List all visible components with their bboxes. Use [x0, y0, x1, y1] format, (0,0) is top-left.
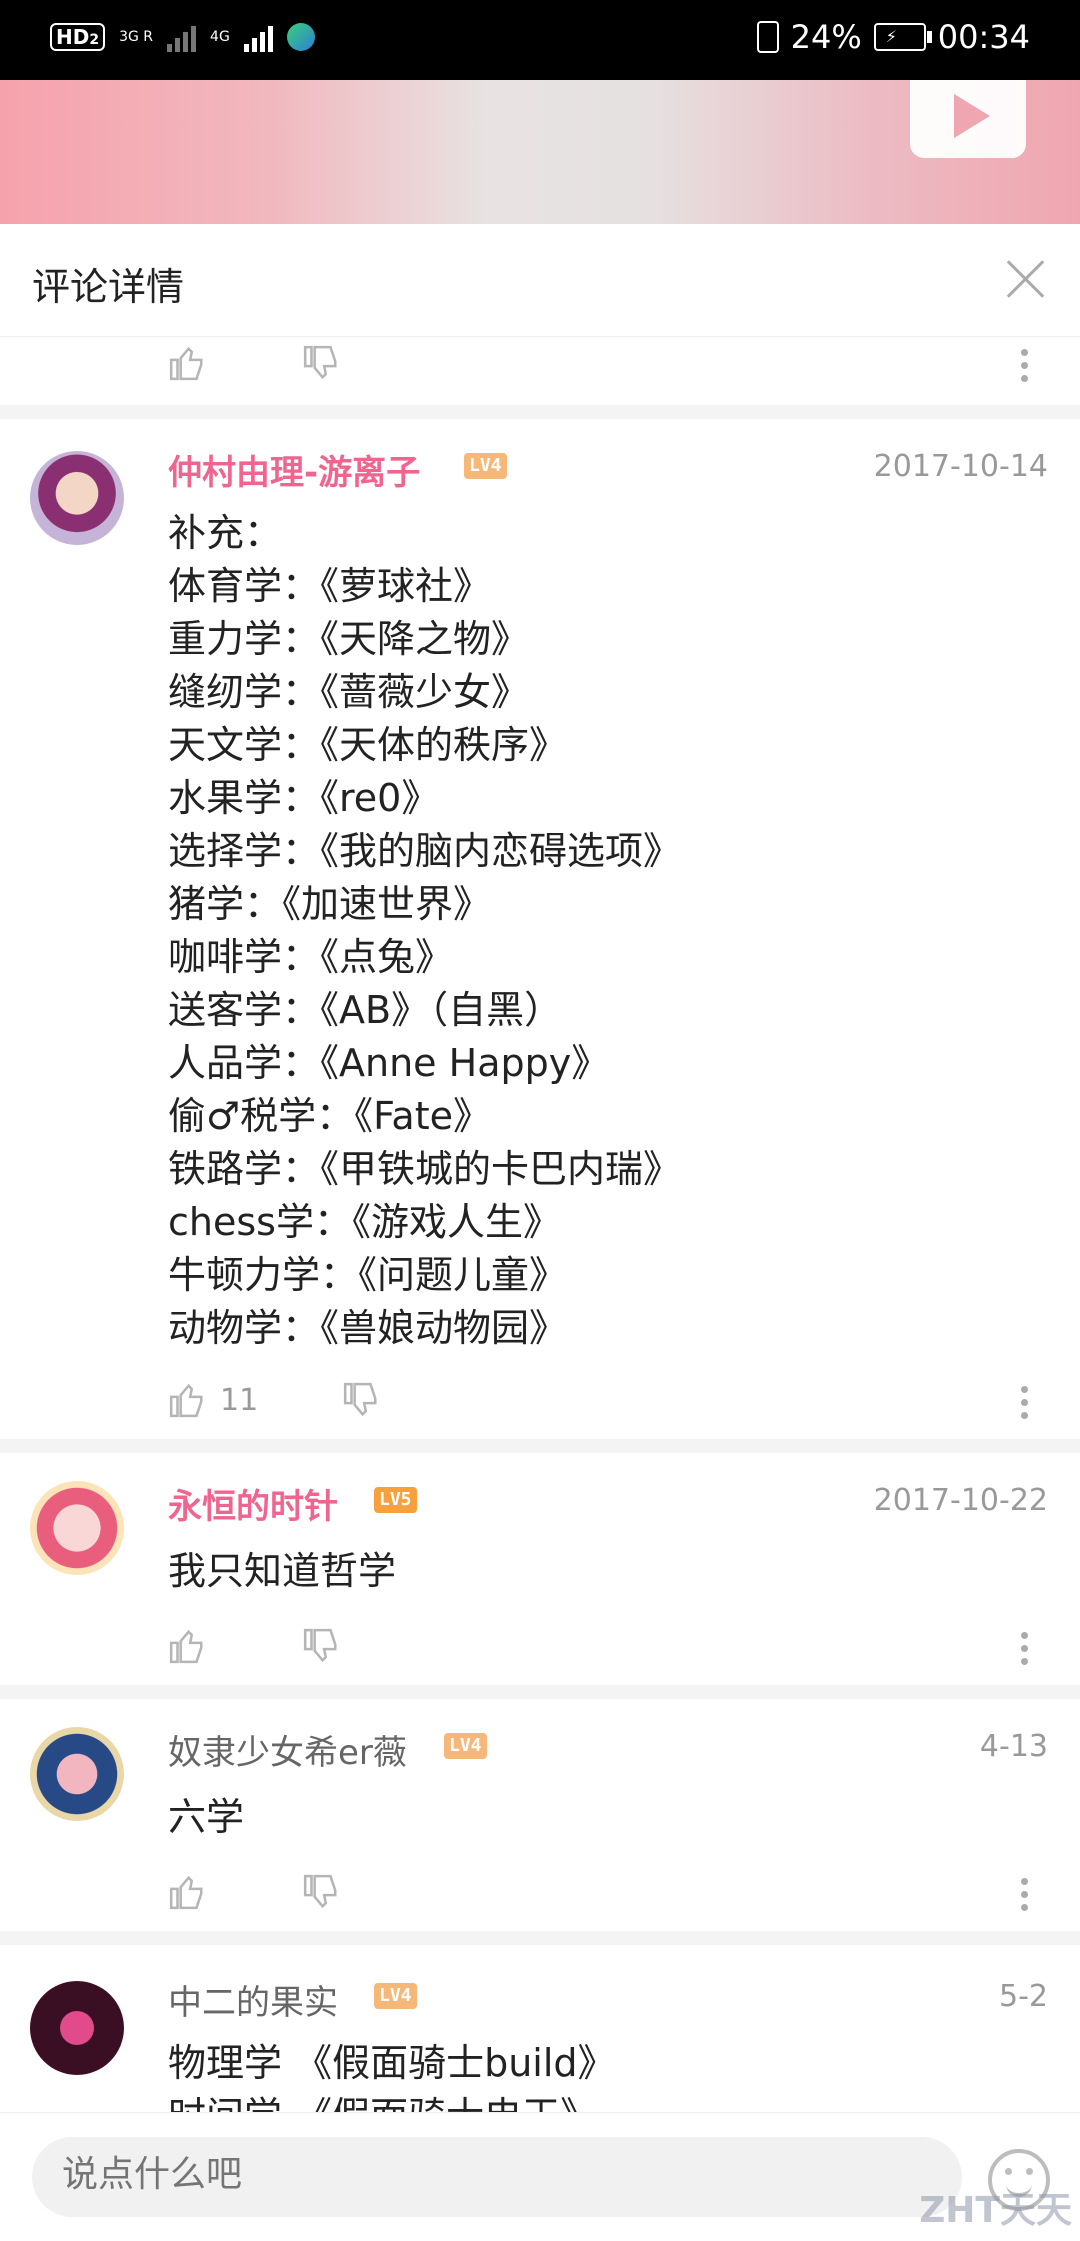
- comment-item: 仲村由理-游离子 LV4 2017-10-14 补充： 体育学：《萝球社》 重力…: [0, 419, 1080, 1439]
- dislike-icon[interactable]: [302, 344, 340, 382]
- battery-percent: 24%: [790, 18, 862, 56]
- like-icon[interactable]: [168, 1873, 206, 1911]
- comment-line: 补充：: [168, 511, 283, 555]
- comment-input-box[interactable]: [32, 2137, 962, 2217]
- comment-line: 缝纫学：《蔷薇少女》: [168, 670, 530, 714]
- comment-line: 我只知道哲学: [168, 1549, 397, 1593]
- comment-line: 咖啡学：《点兔》: [168, 935, 454, 979]
- avatar[interactable]: [30, 451, 124, 545]
- comment-line: chess学：《游戏人生》: [168, 1200, 561, 1244]
- level-badge: LV4: [464, 453, 507, 479]
- dislike-icon[interactable]: [302, 1873, 340, 1911]
- comment-line: 猪学：《加速世界》: [168, 882, 492, 926]
- comment-item: 永恒的时针 LV5 2017-10-22 我只知道哲学: [0, 1453, 1080, 1678]
- comment-item: 中二的果实 LV4 5-2 物理学 《假面骑士build》 时间学 《假面骑士电…: [0, 1945, 1080, 2112]
- comment-line: 体育学：《萝球社》: [168, 564, 492, 608]
- comment-line: 重力学：《天降之物》: [168, 617, 530, 661]
- username[interactable]: 奴隶少女希er薇: [168, 1725, 407, 1774]
- comment-text: 六学: [168, 1791, 244, 1844]
- avatar[interactable]: [30, 1481, 124, 1575]
- close-icon[interactable]: [1000, 254, 1050, 304]
- signal-icon-2: [243, 22, 273, 52]
- divider: [0, 1931, 1080, 1945]
- comment-text: 我只知道哲学: [168, 1545, 396, 1598]
- network-type-2: 4G: [210, 29, 230, 45]
- comment-date: 2017-10-22: [873, 1483, 1048, 1518]
- watermark: ZHT天天: [919, 2190, 1072, 2231]
- more-icon[interactable]: [1014, 1629, 1034, 1669]
- comment-date: 2017-10-14: [873, 449, 1048, 484]
- comment-line: 偷♂税学：《Fate》: [168, 1094, 492, 1138]
- dislike-icon[interactable]: [302, 1627, 340, 1665]
- avatar[interactable]: [30, 1981, 124, 2075]
- comment-line: 牛顿力学：《问题儿童》: [168, 1253, 568, 1297]
- comment-input-bar: ZHT天天: [0, 2112, 1080, 2241]
- like-count: 11: [220, 1383, 259, 1418]
- comment-line: 送客学：《AB》（自黑）: [168, 988, 563, 1032]
- avatar[interactable]: [30, 1727, 124, 1821]
- comment-line: 人品学：《Anne Happy》: [168, 1041, 610, 1085]
- more-icon[interactable]: [1014, 1875, 1034, 1915]
- comment-line: 时间学 《假面骑士电王》: [168, 2090, 616, 2112]
- divider: [0, 405, 1080, 419]
- divider: [0, 1439, 1080, 1453]
- like-icon[interactable]: [168, 1627, 206, 1665]
- comment-line: 选择学：《我的脑内恋碍选项》: [168, 829, 682, 873]
- comment-text: 物理学 《假面骑士build》 时间学 《假面骑士电王》: [168, 2037, 616, 2112]
- comment-line: 物理学 《假面骑士build》: [168, 2041, 616, 2085]
- play-icon[interactable]: [910, 80, 1026, 158]
- comment-date: 5-2: [999, 1979, 1048, 2014]
- comment-line: 铁路学：《甲铁城的卡巴内瑞》: [168, 1147, 682, 1191]
- browser-notification-icon: [286, 23, 315, 51]
- comment-input[interactable]: [60, 2153, 924, 2196]
- more-icon[interactable]: [1014, 346, 1034, 386]
- more-icon[interactable]: [1014, 1383, 1034, 1423]
- dislike-icon[interactable]: [342, 1381, 380, 1419]
- page-title: 评论详情: [32, 265, 185, 309]
- level-badge: LV4: [444, 1733, 487, 1759]
- comment-line: 水果学：《re0》: [168, 776, 440, 820]
- comment-line: 动物学：《兽娘动物园》: [168, 1306, 568, 1350]
- like-icon[interactable]: [168, 1381, 206, 1419]
- username[interactable]: 中二的果实: [168, 1975, 338, 2024]
- network-type-1: 3G R: [119, 29, 154, 45]
- comment-text: 补充： 体育学：《萝球社》 重力学：《天降之物》 缝纫学：《蔷薇少女》 天文学：…: [168, 507, 681, 1355]
- status-bar: HD2 3G R 4G 24% ⚡ 00:34: [0, 0, 1080, 80]
- sim-index: 2: [89, 32, 100, 48]
- signal-icon-1: [167, 22, 197, 52]
- battery-icon: ⚡: [873, 23, 932, 51]
- comment-line: 天文学：《天体的秩序》: [168, 723, 568, 767]
- clock: 00:34: [937, 18, 1030, 56]
- divider: [0, 1685, 1080, 1699]
- username[interactable]: 永恒的时针: [168, 1479, 338, 1528]
- comment-item: 奴隶少女希er薇 LV4 4-13 六学: [0, 1699, 1080, 1924]
- like-icon[interactable]: [168, 344, 206, 382]
- username[interactable]: 仲村由理-游离子: [168, 445, 420, 494]
- hd-voice-icon: HD2: [50, 23, 106, 51]
- video-player-preview[interactable]: [0, 80, 1080, 224]
- comment-date: 4-13: [979, 1729, 1048, 1764]
- comment-line: 六学: [168, 1795, 245, 1839]
- comment-detail-header: 评论详情: [0, 224, 1080, 337]
- vibrate-icon: [756, 21, 779, 53]
- level-badge: LV5: [374, 1487, 417, 1513]
- level-badge: LV4: [374, 1983, 417, 2009]
